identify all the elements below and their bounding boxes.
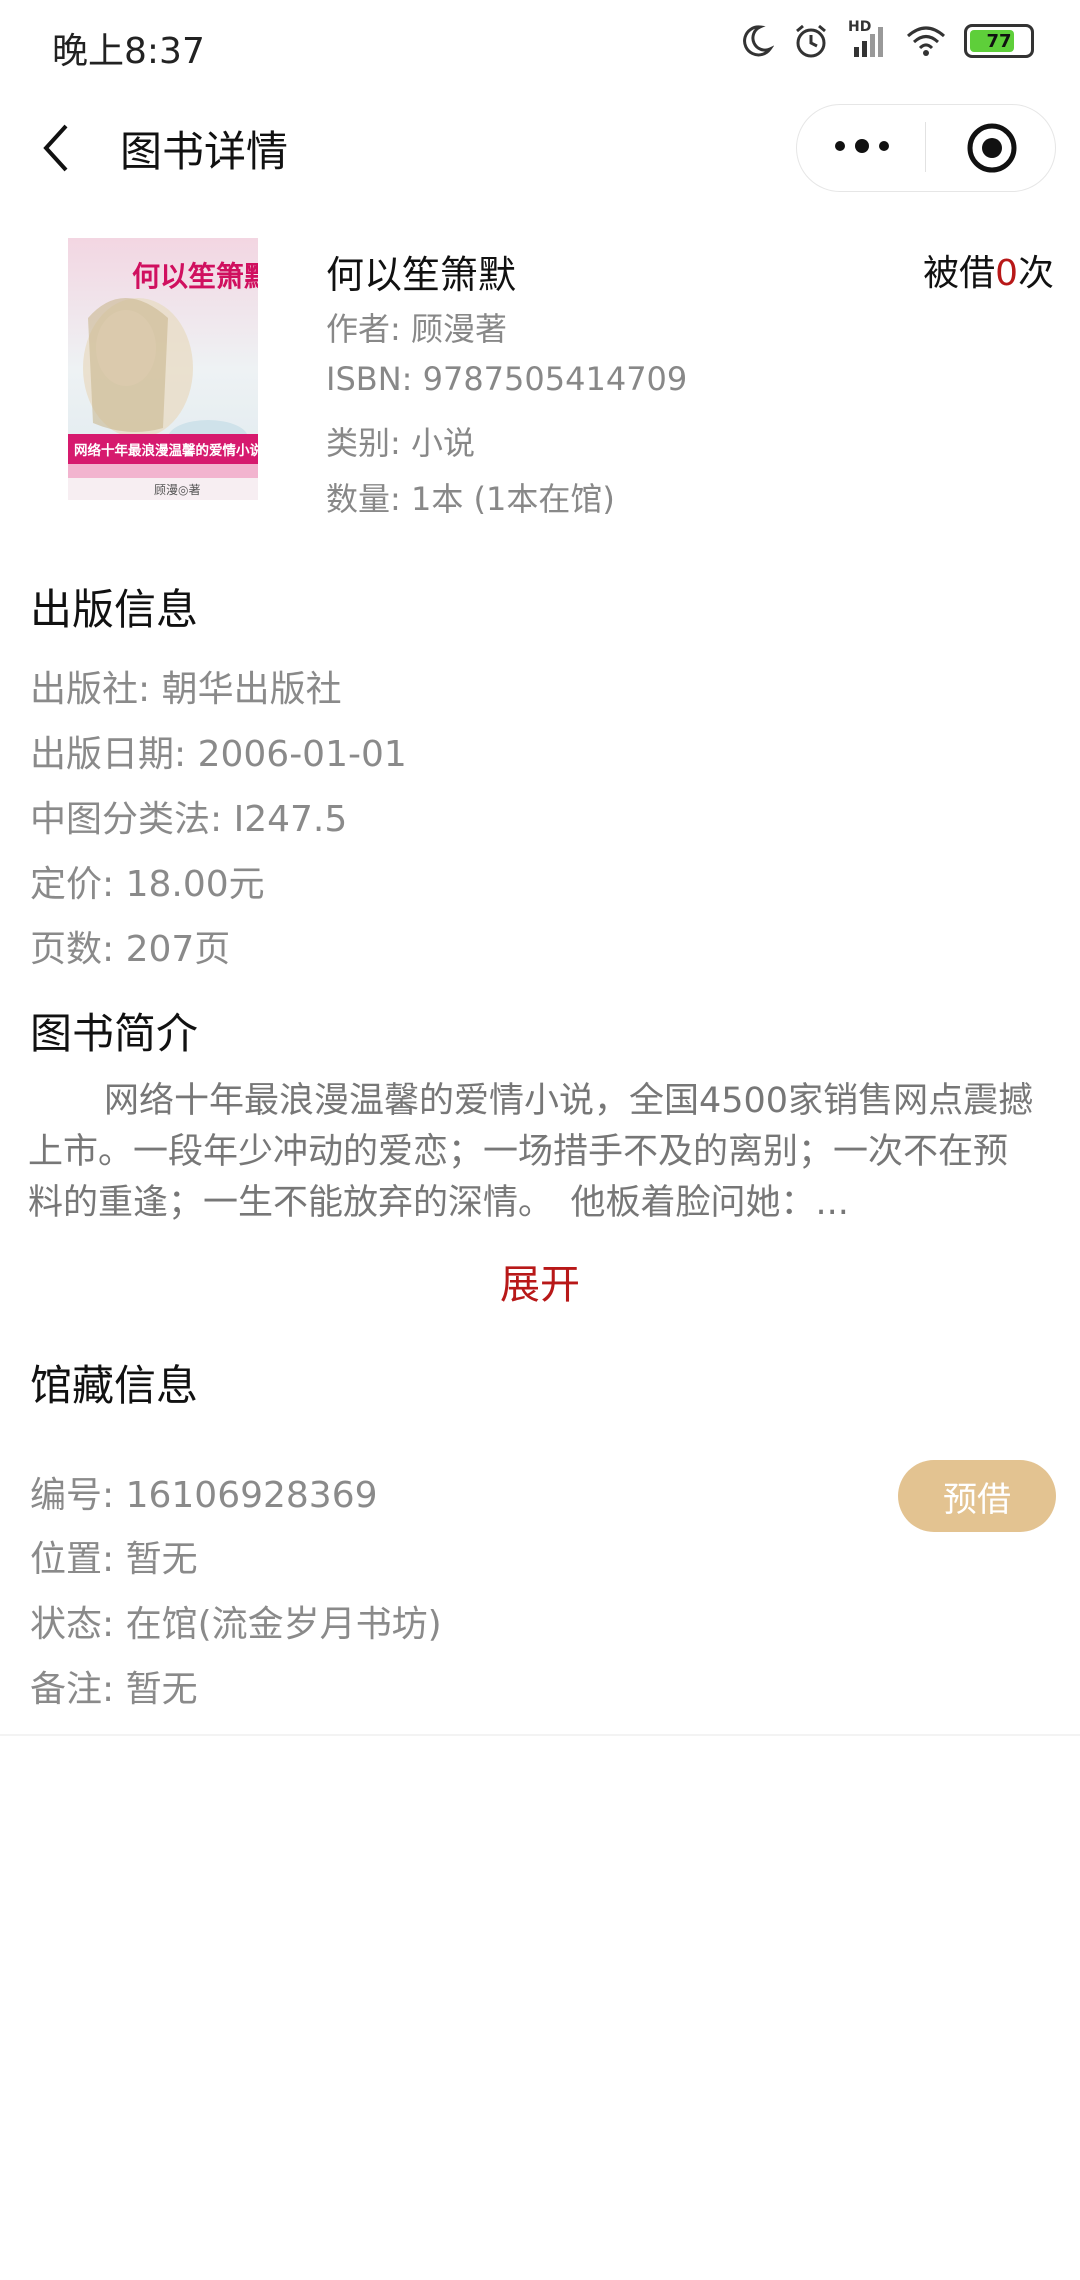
book-cover: 何以笙箫默 网络十年最浪漫温馨的爱情小说 顾漫◎著 — [68, 238, 258, 500]
book-quantity: 数量: 1本 (1本在馆) — [326, 480, 615, 518]
book-title: 何以笙箫默 — [326, 253, 517, 297]
back-icon[interactable] — [36, 118, 76, 178]
book-author: 作者: 顾漫著 — [326, 310, 507, 348]
wifi-icon — [907, 26, 945, 56]
book-isbn: ISBN: 9787505414709 — [326, 360, 688, 398]
borrow-count-suffix: 次 — [1017, 253, 1054, 294]
borrow-count-number: 0 — [995, 253, 1018, 294]
status-icons: HD 77 — [738, 19, 1034, 60]
cover-banner: 网络十年最浪漫温馨的爱情小说 — [74, 442, 258, 459]
holding-location: 位置: 暂无 — [30, 1539, 198, 1580]
battery-icon: 77 — [964, 24, 1034, 58]
capsule-divider — [925, 122, 926, 172]
battery-level: 77 — [986, 30, 1012, 52]
holding-status: 状态: 在馆(流金岁月书坊) — [30, 1604, 442, 1645]
close-miniprogram-icon[interactable] — [966, 122, 1018, 174]
more-icon[interactable] — [832, 128, 892, 164]
page-title: 图书详情 — [120, 127, 289, 176]
holding-note: 备注: 暂无 — [30, 1669, 198, 1710]
borrow-count: 被借0次 — [923, 244, 1054, 296]
publish-heading: 出版信息 — [30, 585, 199, 634]
page-count: 页数: 207页 — [30, 929, 231, 970]
cover-author: 顾漫◎著 — [154, 483, 200, 497]
holding-number: 编号: 16106928369 — [30, 1475, 378, 1516]
holdings-heading: 馆藏信息 — [30, 1361, 199, 1410]
borrow-count-prefix: 被借 — [923, 253, 996, 294]
book-category: 类别: 小说 — [326, 424, 475, 462]
expand-button[interactable]: 展开 — [0, 1252, 1080, 1310]
cover-title: 何以笙箫默 — [132, 260, 258, 293]
intro-heading: 图书简介 — [30, 1009, 199, 1058]
publish-date: 出版日期: 2006-01-01 — [30, 734, 407, 775]
reserve-button[interactable]: 预借 — [898, 1460, 1056, 1532]
alarm-icon — [796, 24, 826, 58]
intro-text: 网络十年最浪漫温馨的爱情小说，全国4500家销售网点震撼上市。一段年少冲动的爱恋… — [28, 1081, 1034, 1223]
classification: 中图分类法: I247.5 — [30, 799, 348, 840]
price: 定价: 18.00元 — [30, 864, 265, 905]
signal-icon: HD — [848, 19, 888, 59]
divider — [0, 1734, 1080, 1736]
status-time: 晚上8:37 — [52, 31, 205, 72]
moon-icon — [743, 25, 774, 57]
publisher: 出版社: 朝华出版社 — [30, 669, 342, 710]
